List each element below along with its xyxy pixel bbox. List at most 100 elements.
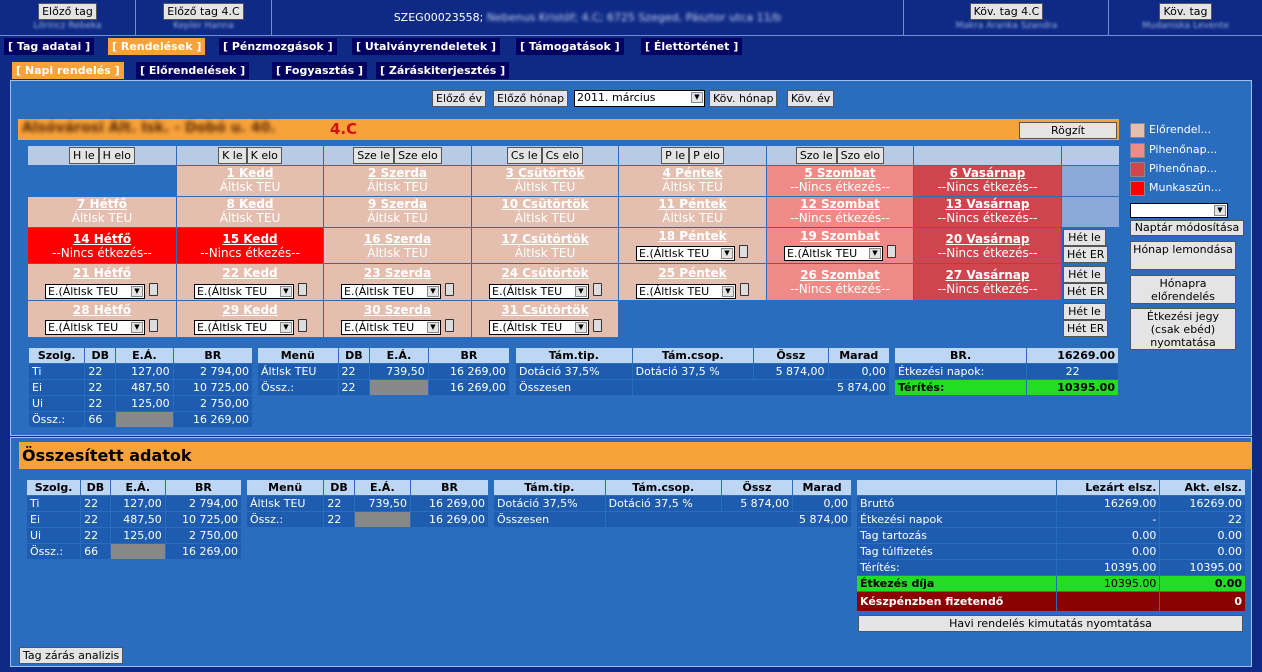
day-label[interactable]: 16 Szerda (324, 232, 471, 246)
day-label[interactable]: 8 Kedd (177, 197, 323, 211)
week-preorder-button[interactable]: Hét ER (1063, 246, 1108, 263)
meal-select-29[interactable]: E.(ÁltIsk TEU ▼ (194, 320, 294, 335)
trash-icon[interactable] (593, 283, 602, 296)
month-select[interactable]: 2011. március ▼ (574, 90, 705, 107)
tab-preorders[interactable]: [ Előrendelések ] (136, 62, 250, 79)
next-month-button[interactable]: Köv. hónap (709, 90, 778, 107)
day-5[interactable]: 5 Szombat --Nincs étkezés-- (767, 166, 913, 196)
day-label[interactable]: 31 Csütörtök (472, 303, 618, 317)
week-preorder-button[interactable]: Hét ER (1063, 320, 1108, 337)
day-11[interactable]: 11 Péntek ÁltIsk TEU (619, 197, 766, 227)
week-cancel-button[interactable]: Hét le (1063, 266, 1106, 283)
next-member-button[interactable]: Köv. tag (1159, 3, 1212, 20)
tab-history[interactable]: [ Élettörténet ] (641, 38, 743, 55)
day-27[interactable]: 27 Vasárnap --Nincs étkezés-- (914, 264, 1061, 300)
day-label[interactable]: 27 Vasárnap (914, 268, 1061, 282)
meal-select-21[interactable]: E.(ÁltIsk TEU ▼ (45, 284, 145, 299)
month-cancel-button[interactable]: Hónap lemondása (1130, 241, 1236, 270)
friday-preorder-button[interactable]: P elo (689, 147, 724, 164)
day-label[interactable]: 1 Kedd (177, 166, 323, 180)
saturday-preorder-button[interactable]: Szo elo (836, 147, 885, 164)
day-label[interactable]: 19 Szombat (767, 229, 913, 243)
day-label[interactable]: 13 Vasárnap (914, 197, 1061, 211)
day-10[interactable]: 10 Csütörtök ÁltIsk TEU (472, 197, 618, 227)
day-label[interactable]: 10 Csütörtök (472, 197, 618, 211)
trash-icon[interactable] (593, 319, 602, 332)
save-button[interactable]: Rögzít (1019, 122, 1117, 139)
day-2[interactable]: 2 Szerda ÁltIsk TEU (324, 166, 471, 196)
day-label[interactable]: 5 Szombat (767, 166, 913, 180)
monday-cancel-button[interactable]: H le (69, 147, 99, 164)
next-year-button[interactable]: Köv. év (787, 90, 835, 107)
day-label[interactable]: 12 Szombat (767, 197, 913, 211)
monday-preorder-button[interactable]: H elo (98, 147, 135, 164)
day-26[interactable]: 26 Szombat --Nincs étkezés-- (767, 264, 913, 300)
trash-icon[interactable] (740, 283, 749, 296)
tuesday-preorder-button[interactable]: K elo (246, 147, 282, 164)
meal-select-24[interactable]: E.(ÁltIsk TEU ▼ (489, 284, 589, 299)
day-label[interactable]: 29 Kedd (177, 303, 323, 317)
thursday-cancel-button[interactable]: Cs le (506, 147, 542, 164)
tab-daily-order[interactable]: [ Napi rendelés ] (12, 62, 124, 79)
calendar-modify-button[interactable]: Naptár módosítása (1130, 220, 1244, 236)
trash-icon[interactable] (298, 319, 307, 332)
trash-icon[interactable] (739, 245, 748, 258)
day-20[interactable]: 20 Vasárnap --Nincs étkezés-- (914, 228, 1061, 263)
day-6[interactable]: 6 Vasárnap --Nincs étkezés-- (914, 166, 1061, 196)
day-7[interactable]: 7 Hétfő ÁltIsk TEU (28, 197, 176, 227)
trash-icon[interactable] (445, 283, 454, 296)
day-13[interactable]: 13 Vasárnap --Nincs étkezés-- (914, 197, 1061, 227)
trash-icon[interactable] (887, 245, 896, 258)
day-label[interactable]: 3 Csütörtök (472, 166, 618, 180)
day-12[interactable]: 12 Szombat --Nincs étkezés-- (767, 197, 913, 227)
day-label[interactable]: 18 Péntek (619, 229, 766, 243)
wednesday-preorder-button[interactable]: Sze elo (394, 147, 442, 164)
day-4[interactable]: 4 Péntek ÁltIsk TEU (619, 166, 766, 196)
day-label[interactable]: 2 Szerda (324, 166, 471, 180)
meal-select-28[interactable]: E.(ÁltIsk TEU ▼ (45, 320, 145, 335)
day-label[interactable]: 6 Vasárnap (914, 166, 1061, 180)
saturday-cancel-button[interactable]: Szo le (795, 147, 837, 164)
prev-class-member-button[interactable]: Előző tag 4.C (163, 3, 244, 20)
day-label[interactable]: 28 Hétfő (28, 303, 176, 317)
day-9[interactable]: 9 Szerda ÁltIsk TEU (324, 197, 471, 227)
tab-supports[interactable]: [ Támogatások ] (516, 38, 624, 55)
day-label[interactable]: 11 Péntek (619, 197, 766, 211)
week-cancel-button[interactable]: Hét le (1063, 303, 1106, 320)
member-closing-analysis-button[interactable]: Tag zárás analizis (19, 647, 124, 664)
day-16[interactable]: 16 Szerda ÁltIsk TEU (324, 228, 471, 263)
trash-icon[interactable] (445, 319, 454, 332)
trash-icon[interactable] (298, 283, 307, 296)
meal-select-19[interactable]: E.(ÁltIsk TEU ▼ (784, 246, 883, 261)
day-label[interactable]: 17 Csütörtök (472, 232, 618, 246)
day-label[interactable]: 24 Csütörtök (472, 266, 618, 280)
next-class-member-button[interactable]: Köv. tag 4.C (969, 3, 1044, 20)
day-label[interactable]: 9 Szerda (324, 197, 471, 211)
meal-select-22[interactable]: E.(ÁltIsk TEU ▼ (194, 284, 294, 299)
day-label[interactable]: 23 Szerda (324, 266, 471, 280)
tab-closing-extension[interactable]: [ Záráskiterjesztés ] (376, 62, 510, 79)
day-label[interactable]: 20 Vasárnap (914, 232, 1061, 246)
day-3[interactable]: 3 Csütörtök ÁltIsk TEU (472, 166, 618, 196)
day-label[interactable]: 22 Kedd (177, 266, 323, 280)
day-label[interactable]: 25 Péntek (619, 266, 766, 280)
prev-member-button[interactable]: Előző tag (38, 3, 97, 20)
meal-select-18[interactable]: E.(ÁltIsk TEU ▼ (636, 246, 735, 261)
meal-select-31[interactable]: E.(ÁltIsk TEU ▼ (489, 320, 589, 335)
prev-year-button[interactable]: Előző év (432, 90, 487, 107)
week-preorder-button[interactable]: Hét ER (1063, 283, 1108, 300)
tab-orders[interactable]: [ Rendelések ] (108, 38, 206, 55)
day-label[interactable]: 4 Péntek (619, 166, 766, 180)
print-meal-ticket-button[interactable]: Étkezési jegy (csak ebéd) nyomtatása (1130, 308, 1236, 350)
day-8[interactable]: 8 Kedd ÁltIsk TEU (177, 197, 323, 227)
wednesday-cancel-button[interactable]: Sze le (353, 147, 395, 164)
tab-consumption[interactable]: [ Fogyasztás ] (272, 62, 367, 79)
day-17[interactable]: 17 Csütörtök ÁltIsk TEU (472, 228, 618, 263)
day-label[interactable]: 7 Hétfő (28, 197, 176, 211)
day-label[interactable]: 26 Szombat (767, 268, 913, 282)
tab-vouchers[interactable]: [ Utalványrendeletek ] (352, 38, 501, 55)
meal-select-30[interactable]: E.(ÁltIsk TEU ▼ (341, 320, 441, 335)
tab-payments[interactable]: [ Pénzmozgások ] (219, 38, 337, 55)
calendar-select[interactable]: ▼ (1130, 203, 1228, 218)
day-1[interactable]: 1 Kedd ÁltIsk TEU (177, 166, 323, 196)
